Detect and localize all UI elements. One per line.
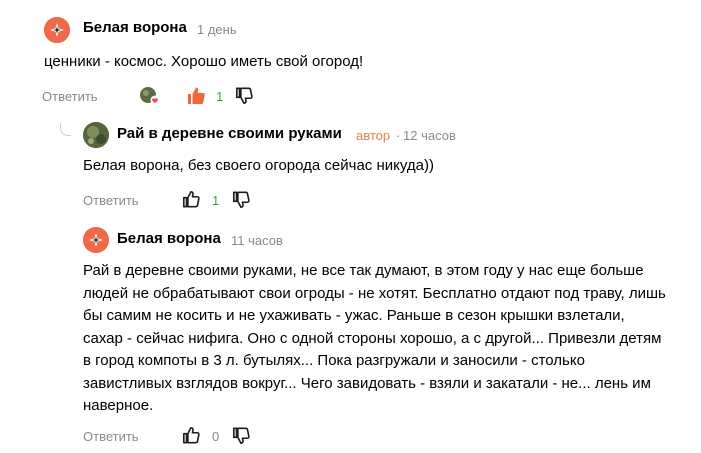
- comment-text: ценники - космос. Хорошо иметь свой огор…: [44, 53, 364, 70]
- comment-author[interactable]: Белая ворона: [117, 230, 221, 247]
- thumbs-up-icon: [182, 426, 200, 444]
- thumbs-up-icon: [182, 190, 200, 208]
- comment-author[interactable]: Рай в деревне своими руками: [117, 125, 342, 142]
- reply-button[interactable]: Ответить: [83, 429, 139, 444]
- like-count: 0: [212, 429, 220, 444]
- comment-time: 11 часов: [231, 233, 283, 248]
- avatar[interactable]: [83, 227, 109, 253]
- like-button[interactable]: [186, 86, 206, 105]
- crow-avatar-icon: [83, 227, 109, 253]
- thread-reply-line-icon: [60, 123, 71, 136]
- separator-dot: ·: [396, 128, 401, 143]
- comment-author[interactable]: Белая ворона: [83, 19, 187, 36]
- dislike-button[interactable]: [232, 427, 250, 445]
- like-count: 1: [216, 89, 224, 104]
- comment-time: 1 день: [197, 22, 237, 37]
- comment-text: Рай в деревне своими руками, не все так …: [83, 262, 666, 414]
- reply-button[interactable]: Ответить: [83, 193, 139, 208]
- thumbs-down-icon: [235, 87, 253, 105]
- author-liked-badge: [139, 86, 161, 106]
- thumbs-up-icon: [188, 87, 205, 104]
- like-button[interactable]: [182, 426, 200, 444]
- like-button[interactable]: [182, 190, 200, 208]
- author-liked-avatar-icon: [140, 87, 160, 105]
- comment-time: 12 часов: [403, 128, 456, 143]
- thumbs-down-icon: [232, 191, 250, 209]
- crow-avatar-icon: [44, 17, 70, 43]
- dislike-button[interactable]: [235, 87, 253, 105]
- like-count: 1: [212, 193, 220, 208]
- avatar[interactable]: [44, 17, 70, 43]
- reply-button[interactable]: Ответить: [42, 89, 98, 104]
- thumbs-down-icon: [232, 427, 250, 445]
- comment-text: Белая ворона, без своего огорода сейчас …: [83, 157, 434, 174]
- author-badge: автор: [356, 128, 391, 143]
- avatar[interactable]: [83, 122, 109, 148]
- garden-photo-icon: [83, 122, 109, 148]
- dislike-button[interactable]: [232, 191, 250, 209]
